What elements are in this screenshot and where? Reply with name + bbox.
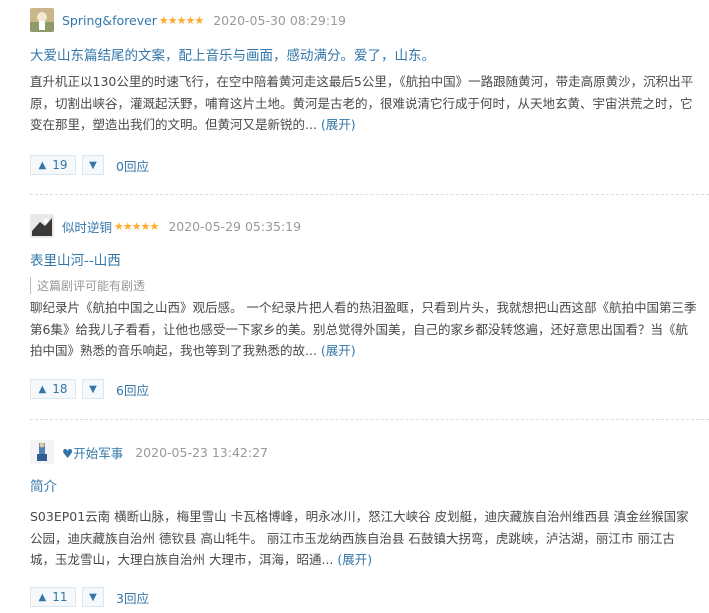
author-name[interactable]: 似时逆铜 [62, 217, 112, 236]
reply-count-link[interactable]: 3回应 [116, 588, 149, 607]
review-text: 直升机正以130公里的时速飞行，在空中陪着黄河走这最后5公里，《航拍中国》一路跟… [30, 74, 694, 132]
review-header: ♥开始军事 2020-05-23 13:42:27 [30, 440, 268, 464]
review-actions: ▲ 11 ▼ 3回应 [30, 587, 149, 607]
thumb-up-icon: ▲ [38, 159, 47, 171]
review-text: 聊纪录片《航拍中国之山西》观后感。 一个纪录片把人看的热泪盈眶，只看到片头，我就… [30, 300, 697, 358]
avatar[interactable] [30, 440, 54, 464]
review-divider [30, 194, 709, 195]
rating-stars: ★★★★★ [158, 13, 204, 27]
review-header: Spring&forever ★★★★★ 2020-05-30 08:29:19 [30, 8, 346, 32]
upvote-count: 18 [52, 382, 68, 396]
upvote-button[interactable]: ▲ 19 [30, 155, 76, 175]
author-name[interactable]: Spring&forever [62, 13, 157, 28]
review-title[interactable]: 表里山河--山西 [30, 249, 121, 269]
review-body: 直升机正以130公里的时速飞行，在空中陪着黄河走这最后5公里，《航拍中国》一路跟… [30, 71, 698, 136]
review-time: 2020-05-30 08:29:19 [213, 12, 346, 28]
review-body: S03EP01云南 横断山脉，梅里雪山 卡瓦格博峰，明永冰川，怒江大峡谷 皮划艇… [30, 506, 698, 571]
thumb-up-icon: ▲ [38, 383, 47, 395]
reply-count-link[interactable]: 6回应 [116, 380, 149, 399]
thumb-down-icon: ▼ [89, 159, 97, 171]
upvote-count: 19 [52, 158, 68, 172]
upvote-count: 11 [52, 590, 68, 604]
downvote-button[interactable]: ▼ [82, 379, 104, 399]
thumb-down-icon: ▼ [89, 383, 97, 395]
upvote-button[interactable]: ▲ 11 [30, 587, 76, 607]
downvote-button[interactable]: ▼ [82, 155, 104, 175]
expand-link[interactable]: (展开) [321, 117, 356, 132]
reply-count-link[interactable]: 0回应 [116, 156, 149, 175]
rating-stars: ★★★★★ [114, 219, 159, 233]
review-title[interactable]: 大爱山东篇结尾的文案，配上音乐与画面，感动满分。爱了，山东。 [30, 44, 435, 64]
review-header: 似时逆铜 ★★★★★ 2020-05-29 05:35:19 [30, 214, 301, 238]
expand-link[interactable]: (展开) [337, 552, 372, 567]
upvote-button[interactable]: ▲ 18 [30, 379, 76, 399]
avatar[interactable] [30, 214, 54, 238]
review-time: 2020-05-29 05:35:19 [168, 218, 302, 234]
downvote-button[interactable]: ▼ [82, 587, 104, 607]
review-actions: ▲ 19 ▼ 0回应 [30, 155, 149, 175]
author-name[interactable]: ♥开始军事 [62, 443, 123, 462]
avatar[interactable] [30, 8, 54, 32]
review-time: 2020-05-23 13:42:27 [135, 444, 268, 460]
thumb-up-icon: ▲ [38, 591, 47, 603]
review-body: 聊纪录片《航拍中国之山西》观后感。 一个纪录片把人看的热泪盈眶，只看到片头，我就… [30, 297, 698, 362]
spoiler-warning: 这篇剧评可能有剧透 [30, 277, 145, 294]
review-divider [30, 419, 709, 420]
expand-link[interactable]: (展开) [321, 343, 356, 358]
thumb-down-icon: ▼ [89, 591, 97, 603]
review-actions: ▲ 18 ▼ 6回应 [30, 379, 149, 399]
review-title[interactable]: 简介 [30, 475, 57, 495]
